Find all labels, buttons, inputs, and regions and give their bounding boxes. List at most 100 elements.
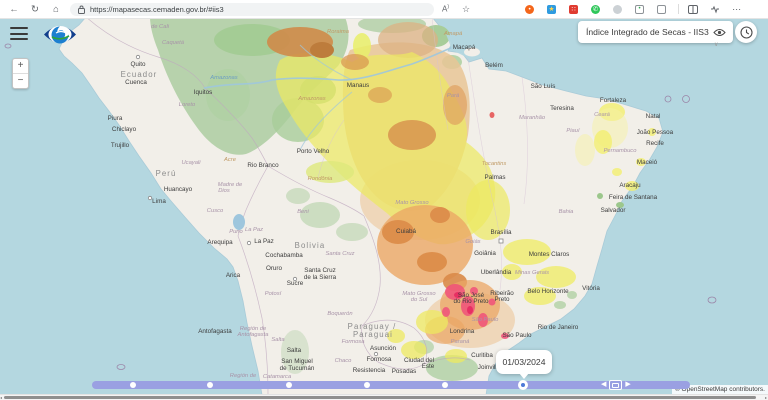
map-label: Piauí <box>566 128 581 134</box>
map-label: Aracaju <box>619 182 641 189</box>
scroll-right-icon[interactable]: ▸ <box>765 395 767 400</box>
layer-title: Índice Integrado de Secas - IIS3 <box>578 27 709 37</box>
home-icon[interactable]: ⌂ <box>49 1 63 18</box>
map-label: Rio de Janeiro <box>538 324 579 331</box>
extension-translate-icon[interactable]: ★ <box>547 5 556 14</box>
map-label: Dios <box>218 188 230 194</box>
map-label: São Luís <box>531 83 556 90</box>
extension-record-icon[interactable]: • <box>635 5 644 14</box>
map-label: Uberlândia <box>481 269 512 276</box>
date-tooltip: 01/03/2024 <box>496 350 552 374</box>
map-label: Tocantins <box>482 161 507 167</box>
timeline-dot[interactable] <box>364 382 370 388</box>
map-label: Paraguai <box>353 330 393 339</box>
back-icon[interactable]: ← <box>7 1 21 18</box>
scroll-left-icon[interactable]: ◂ <box>0 395 2 400</box>
clock-icon <box>740 26 753 39</box>
map-label: Loreto <box>179 102 196 108</box>
menu-bar <box>10 27 28 29</box>
timeline-calendar-button[interactable] <box>609 380 622 390</box>
map-label: Cusco <box>207 208 224 214</box>
extension-pin-icon[interactable]: • <box>525 5 534 14</box>
map-label: Pará <box>447 93 460 99</box>
map-label: Amazonas <box>209 75 237 81</box>
city-marker <box>499 239 503 243</box>
map-label: Oruro <box>266 265 283 272</box>
timeline-dot[interactable] <box>207 382 213 388</box>
map-label: Puno <box>229 229 243 235</box>
drought-map[interactable]: de CaliCaquetáLoretoUcayaliMadre deDiosC… <box>0 0 768 400</box>
map-label: Santa Cruz <box>326 251 355 257</box>
map-label: de la Sierra <box>304 274 337 281</box>
timeline-nav: ◀ ▶ <box>601 379 631 391</box>
timeline-prev-button[interactable]: ◀ <box>601 379 606 391</box>
timeline-dot[interactable] <box>442 382 448 388</box>
layer-title-box[interactable]: Índice Integrado de Secas - IIS3 <box>578 21 733 43</box>
map-label: Catamarca <box>263 374 292 380</box>
map-label: Paraná <box>451 339 470 345</box>
cemaden-logo[interactable] <box>42 21 78 53</box>
split-screen-icon[interactable] <box>688 5 698 14</box>
map-label: Antofagasta <box>198 328 232 335</box>
timeline-selected-dot[interactable] <box>518 380 528 390</box>
map-label: Bahia <box>559 209 575 215</box>
map-label: Bolivia <box>295 241 326 250</box>
scrollbar-thumb[interactable] <box>4 396 756 399</box>
map-label: La Paz <box>254 238 274 245</box>
map-label: de Tucumán <box>280 365 315 372</box>
timeline-dot[interactable] <box>286 382 292 388</box>
map-label: Brasília <box>491 229 512 236</box>
map-label: Arequipa <box>207 239 233 246</box>
map-label: Iquitos <box>194 89 213 96</box>
zoom-out-button[interactable]: − <box>13 74 28 88</box>
map-label: Amazonas <box>297 96 325 102</box>
map-label: Salta <box>287 347 302 354</box>
map-label: Boquerón <box>327 311 352 317</box>
map-label: Rio Branco <box>247 162 279 169</box>
map-label: Santa Cruz <box>304 267 336 274</box>
map-label: Arica <box>226 272 241 279</box>
read-aloud-icon[interactable]: A) <box>442 4 449 14</box>
map-label: Amapá <box>443 31 463 37</box>
extension-disabled-icon[interactable] <box>613 5 622 14</box>
map-label: Montes Claros <box>529 251 570 258</box>
map-label: Resistencia <box>353 367 386 374</box>
map-label: Este <box>422 363 435 370</box>
city-marker <box>247 241 250 244</box>
timeline-next-button[interactable]: ▶ <box>625 379 630 391</box>
map-label: de Cali <box>151 24 170 30</box>
extension-globe-icon[interactable] <box>657 5 666 14</box>
more-options-icon[interactable]: ⋯ <box>732 4 742 15</box>
extension-grid-icon[interactable]: ∷ <box>569 5 578 14</box>
map-label: Posadas <box>392 368 417 375</box>
extension-whatsapp-icon[interactable]: ✆ <box>591 5 600 14</box>
timeline-slider[interactable]: ◀ ▶ <box>92 381 690 389</box>
chevron-down-icon[interactable]: ∨ <box>714 41 718 48</box>
menu-button[interactable] <box>10 27 28 44</box>
map-label: Ceará <box>594 112 611 118</box>
toolbar-divider <box>678 4 679 14</box>
address-bar[interactable]: https://mapasecas.cemaden.gov.br/#iis3 <box>70 3 434 16</box>
map-label: Quito <box>130 61 146 68</box>
map-label: Porto Velho <box>297 148 330 155</box>
map-label: San Miguel <box>281 358 313 365</box>
visibility-eye-icon[interactable] <box>713 28 726 37</box>
map-label: Vitória <box>582 285 600 292</box>
refresh-icon[interactable]: ↻ <box>28 1 42 18</box>
map-label: Minas Gerais <box>515 270 549 276</box>
map-label: Cuiabá <box>396 228 416 235</box>
map-label: Trujillo <box>111 142 130 149</box>
horizontal-scrollbar[interactable]: ◂ ▸ <box>0 394 768 400</box>
map-label: Macapá <box>453 44 476 51</box>
history-clock-button[interactable] <box>735 21 757 43</box>
map-label: Formosa <box>367 356 392 363</box>
map-label: Pernambuco <box>604 148 638 154</box>
favorite-star-icon[interactable]: ☆ <box>462 4 470 15</box>
map-label: Cuenca <box>125 79 147 86</box>
zoom-in-button[interactable]: + <box>13 59 28 74</box>
timeline-dot[interactable] <box>130 382 136 388</box>
map-label: Caquetá <box>162 40 185 46</box>
map-label: Salta <box>271 337 285 343</box>
map-label: Rondônia <box>308 176 334 182</box>
browser-essentials-icon[interactable] <box>710 5 720 14</box>
